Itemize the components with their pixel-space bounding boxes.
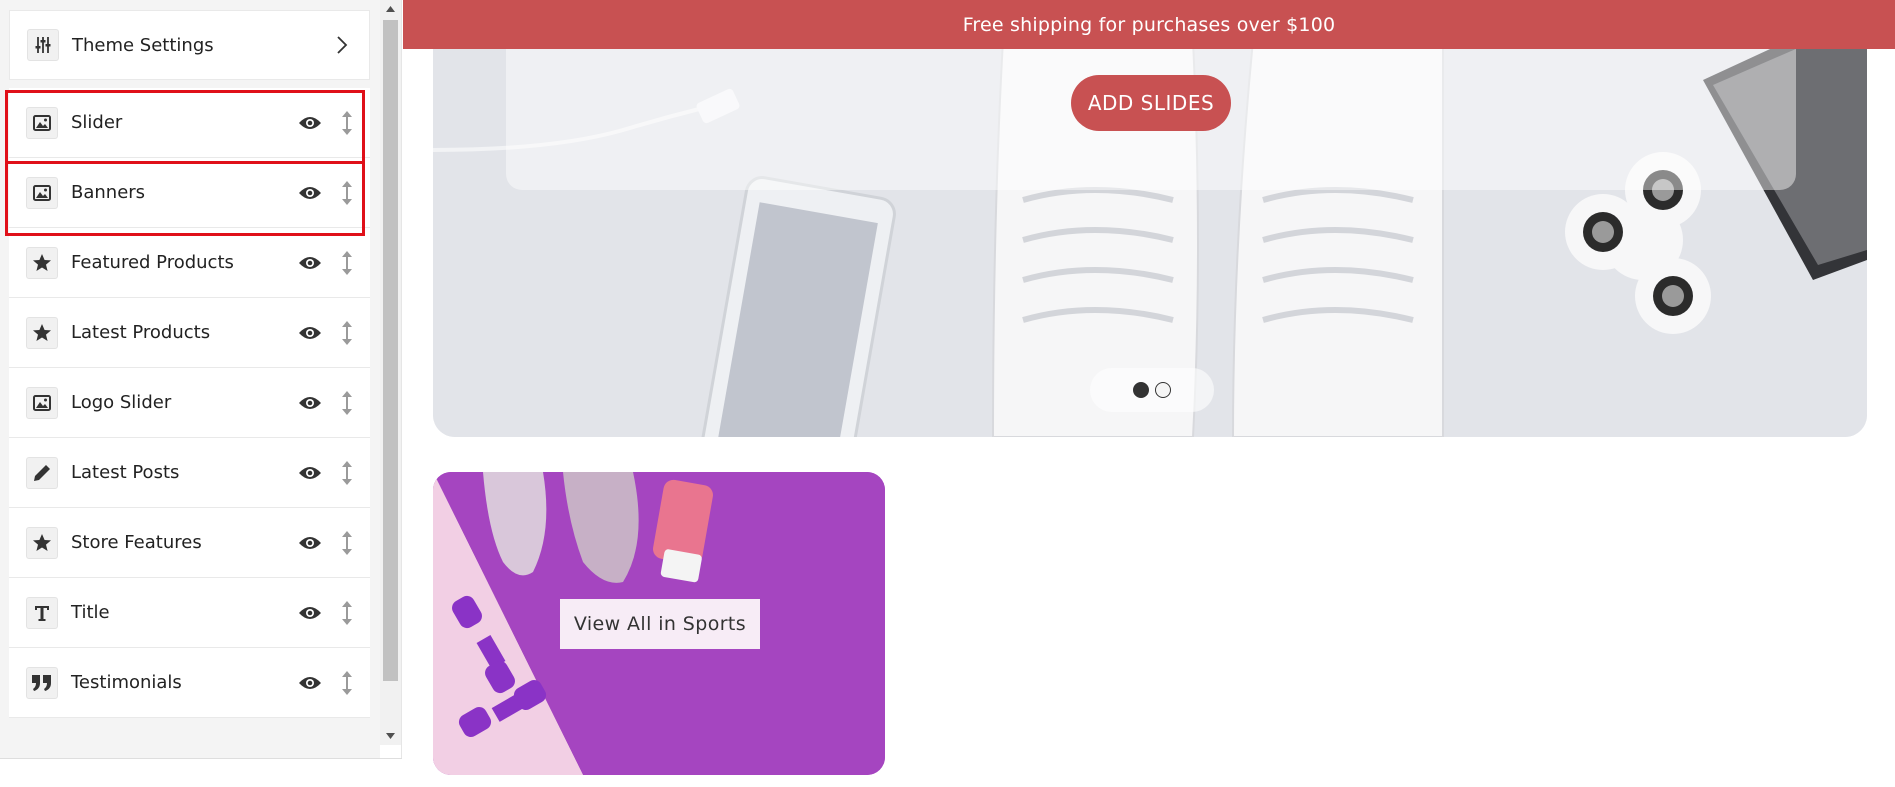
eye-icon[interactable] [298,535,322,551]
eye-icon[interactable] [298,185,322,201]
text-icon [26,596,58,629]
section-label: Latest Posts [71,462,180,483]
sliders-icon [27,29,59,61]
announcement-bar: Free shipping for purchases over $100 [403,0,1895,49]
image-icon [26,176,58,209]
section-row-store-features[interactable]: Store Features [9,508,370,578]
view-all-sports-button[interactable]: View All in Sports [560,599,760,649]
section-row-title[interactable]: Title [9,578,370,648]
drag-handle-icon[interactable] [342,180,352,205]
star-icon [26,246,58,279]
sports-banner[interactable]: View All in Sports [433,472,885,775]
panel-footer [0,758,402,787]
theme-settings-row[interactable]: Theme Settings [9,10,370,80]
section-label: Banners [71,182,146,203]
scroll-up-arrow-icon[interactable] [380,0,401,18]
sections-panel: Theme Settings Slider Banners Featured Pro… [0,0,402,787]
section-row-testimonials[interactable]: Testimonials [9,648,370,718]
drag-handle-icon[interactable] [342,530,352,555]
theme-settings-label: Theme Settings [72,34,214,56]
section-row-slider[interactable]: Slider [9,88,370,158]
section-label: Logo Slider [71,392,172,413]
slider-dot-active[interactable] [1133,382,1149,398]
drag-handle-icon[interactable] [342,460,352,485]
eye-icon[interactable] [298,325,322,341]
slider-dot[interactable] [1155,382,1171,398]
star-icon [26,526,58,559]
drag-handle-icon[interactable] [342,600,352,625]
drag-handle-icon[interactable] [342,390,352,415]
eye-icon[interactable] [298,115,322,131]
hero-slider[interactable]: ADD SLIDES [433,0,1867,437]
section-label: Latest Products [71,322,211,343]
drag-handle-icon[interactable] [342,250,352,275]
section-label: Store Features [71,532,202,553]
scrollbar-thumb[interactable] [383,20,398,681]
announcement-text: Free shipping for purchases over $100 [962,13,1336,36]
quote-icon [26,666,58,699]
section-row-banners[interactable]: Banners [9,158,370,228]
sections-list-area: Theme Settings Slider Banners Featured Pro… [0,0,380,758]
sections-scrollbar[interactable] [380,0,401,745]
image-icon [26,386,58,419]
drag-handle-icon[interactable] [342,670,352,695]
eye-icon[interactable] [298,395,322,411]
section-row-latest-products[interactable]: Latest Products [9,298,370,368]
chevron-right-icon[interactable] [335,35,349,55]
eye-icon[interactable] [298,465,322,481]
image-icon [26,106,58,139]
eye-icon[interactable] [298,255,322,271]
section-label: Title [71,602,110,623]
section-row-latest-posts[interactable]: Latest Posts [9,438,370,508]
eye-icon[interactable] [298,675,322,691]
section-label: Slider [71,112,123,133]
section-label: Featured Products [71,252,234,273]
section-row-featured-products[interactable]: Featured Products [9,228,370,298]
section-label: Testimonials [71,672,182,693]
drag-handle-icon[interactable] [342,110,352,135]
eye-icon[interactable] [298,605,322,621]
drag-handle-icon[interactable] [342,320,352,345]
add-slides-button[interactable]: ADD SLIDES [1071,75,1231,131]
scroll-down-arrow-icon[interactable] [380,727,401,745]
sections-list: Theme Settings Slider Banners Featured Pro… [9,10,370,718]
star-icon [26,316,58,349]
pencil-icon [26,456,58,489]
slider-pagination [1090,368,1214,412]
section-row-logo-slider[interactable]: Logo Slider [9,368,370,438]
store-preview: ADD SLIDES Free shipping for purchases o… [403,0,1895,787]
